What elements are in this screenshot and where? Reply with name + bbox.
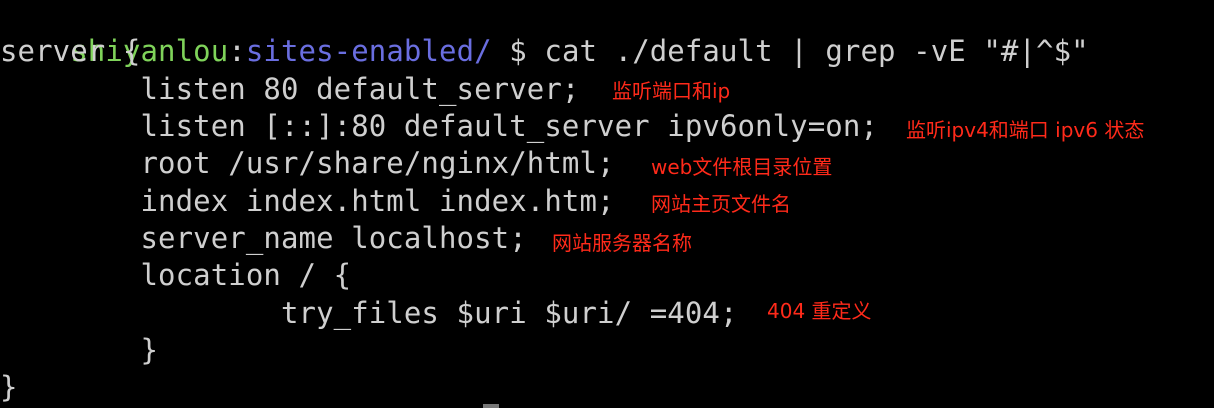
- prompt-line: shiyanlou:sites-enabled/ $ cat ./default…: [0, 0, 1089, 68]
- command-text: cat ./default | grep -vE "#|^$": [544, 34, 1089, 68]
- terminal-cursor: [483, 404, 499, 408]
- output-line-root: root /usr/share/nginx/html;: [0, 146, 615, 180]
- output-line-location: location / {: [0, 258, 352, 292]
- output-line-server-close: }: [0, 370, 18, 404]
- annotation-listen-ipv6: 监听ipv4和端口 ipv6 状态: [906, 118, 1145, 142]
- annotation-root-dir: web文件根目录位置: [651, 155, 833, 179]
- prompt-path: sites-enabled/: [245, 34, 492, 68]
- annotation-404: 404 重定义: [767, 299, 872, 323]
- output-line-listen-ipv6: listen [::]:80 default_server ipv6only=o…: [0, 109, 878, 143]
- output-line-server-name: server_name localhost;: [0, 221, 527, 255]
- output-line-index: index index.html index.htm;: [0, 184, 615, 218]
- prompt-symbol: $: [491, 34, 545, 68]
- annotation-server-name: 网站服务器名称: [552, 231, 692, 255]
- output-line-try-files: try_files $uri $uri/ =404;: [0, 296, 738, 330]
- terminal-window[interactable]: shiyanlou:sites-enabled/ $ cat ./default…: [0, 0, 1214, 408]
- output-line-server: server {: [0, 34, 141, 68]
- prompt-separator: :: [228, 34, 246, 68]
- output-line-location-close: }: [0, 333, 159, 367]
- annotation-listen-port: 监听端口和ip: [612, 79, 731, 103]
- output-line-listen-80: listen 80 default_server;: [0, 72, 580, 106]
- annotation-index-file: 网站主页文件名: [651, 192, 791, 216]
